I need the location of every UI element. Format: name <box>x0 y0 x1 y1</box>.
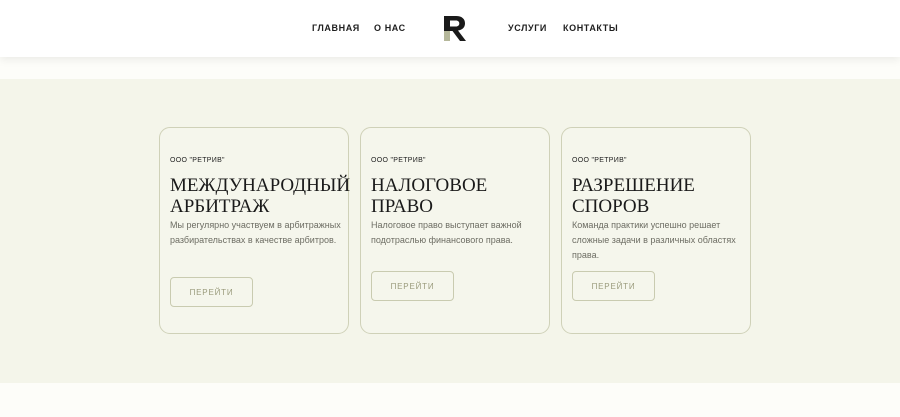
nav-services[interactable]: УСЛУГИ <box>508 23 547 34</box>
card-title-line: СПОРОВ <box>572 196 650 217</box>
service-card-tax-law: ООО "РЕТРИВ" НАЛОГОВОЕ ПРАВО Налоговое п… <box>360 127 550 334</box>
card-title-line: РАЗРЕШЕНИЕ <box>572 175 695 196</box>
logo-r-icon <box>444 16 466 41</box>
card-title-line: МЕЖДУНАРОДНЫЙ <box>170 175 351 196</box>
card-title-line: НАЛОГОВОЕ <box>371 175 488 196</box>
card-title: РАЗРЕШЕНИЕ СПОРОВ <box>572 175 748 217</box>
card-go-button[interactable]: ПЕРЕЙТИ <box>371 271 454 301</box>
service-card-arbitration: ООО "РЕТРИВ" МЕЖДУНАРОДНЫЙ АРБИТРАЖ Мы р… <box>159 127 351 334</box>
nav-about[interactable]: О НАС <box>374 23 406 34</box>
site-header: ГЛАВНАЯ О НАС УСЛУГИ КОНТАКТЫ <box>0 0 900 57</box>
card-title-line: АРБИТРАЖ <box>170 196 270 217</box>
logo[interactable] <box>441 15 469 42</box>
card-go-button[interactable]: ПЕРЕЙТИ <box>170 277 253 307</box>
card-title: НАЛОГОВОЕ ПРАВО <box>371 175 547 217</box>
card-company: ООО "РЕТРИВ" <box>170 157 225 164</box>
service-card-dispute-resolution: ООО "РЕТРИВ" РАЗРЕШЕНИЕ СПОРОВ Команда п… <box>561 127 751 334</box>
card-company: ООО "РЕТРИВ" <box>371 157 426 164</box>
card-title-line: ПРАВО <box>371 196 433 217</box>
card-go-button[interactable]: ПЕРЕЙТИ <box>572 271 655 301</box>
card-description: Команда практики успешно решает сложные … <box>572 220 736 260</box>
card-company: ООО "РЕТРИВ" <box>572 157 627 164</box>
nav-contacts[interactable]: КОНТАКТЫ <box>563 23 618 34</box>
nav-home[interactable]: ГЛАВНАЯ <box>312 23 360 34</box>
services-section: ООО "РЕТРИВ" МЕЖДУНАРОДНЫЙ АРБИТРАЖ Мы р… <box>0 79 900 383</box>
card-description: Мы регулярно участвуем в арбитражных раз… <box>170 220 341 245</box>
card-title: МЕЖДУНАРОДНЫЙ АРБИТРАЖ <box>170 175 351 217</box>
card-description: Налоговое право выступает важной подотра… <box>371 220 522 245</box>
